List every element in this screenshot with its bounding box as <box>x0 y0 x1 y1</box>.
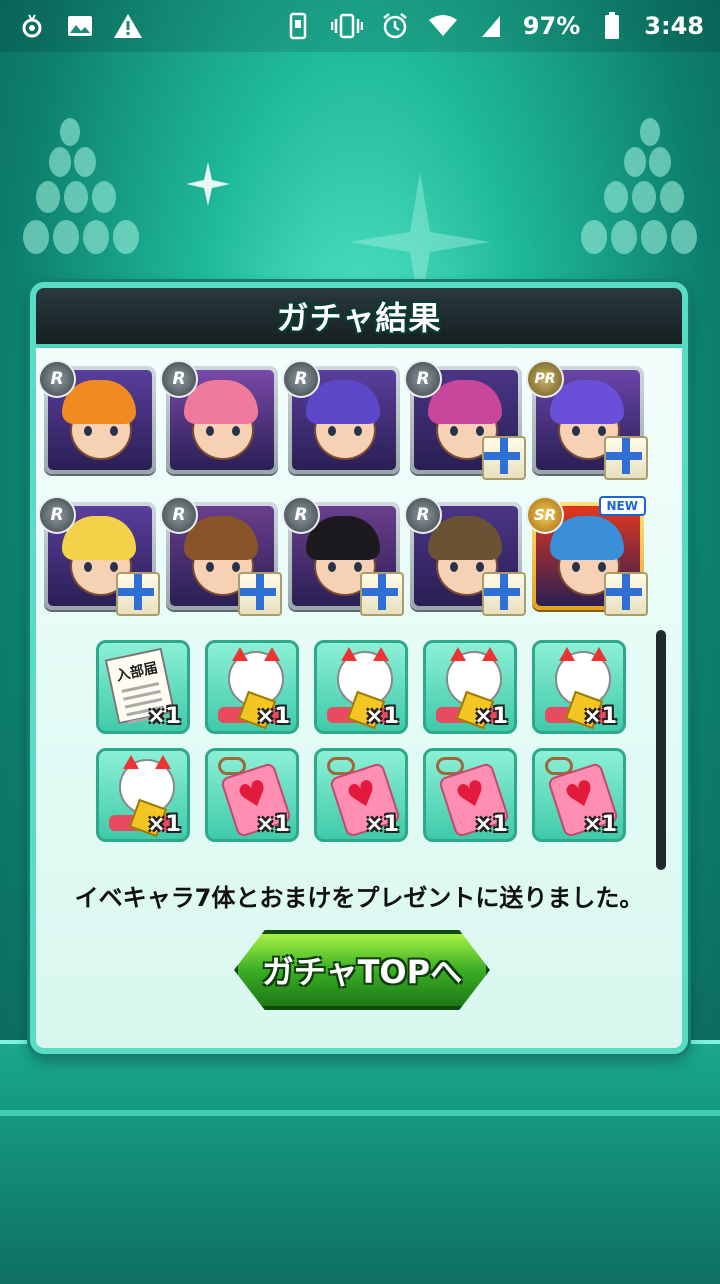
screen-rotate-icon <box>283 10 315 42</box>
battery-icon <box>596 10 628 42</box>
item-tile-heart-charm[interactable]: ×1 <box>532 748 626 842</box>
character-card[interactable]: R <box>282 360 400 474</box>
notification-icon <box>16 10 48 42</box>
character-eye <box>354 562 362 572</box>
status-right-icons: 97% 3:48 <box>283 10 704 42</box>
character-card[interactable]: PR <box>526 360 648 480</box>
item-tile-heart-charm[interactable]: ×1 <box>314 748 408 842</box>
character-eye <box>328 562 336 572</box>
background-floor-line <box>0 1110 720 1116</box>
character-card[interactable]: R <box>160 496 282 616</box>
character-eye <box>206 562 214 572</box>
gacha-result-dialog: ガチャ結果 RRRRPRRRRRSRNEW 入部届×1×1×1×1×1×1×1×… <box>30 282 688 1054</box>
character-eye <box>84 426 92 436</box>
character-card[interactable]: R <box>160 360 278 474</box>
item-quantity: ×1 <box>256 704 290 729</box>
item-quantity: ×1 <box>365 812 399 837</box>
item-tile-heart-charm[interactable]: ×1 <box>423 748 517 842</box>
character-eye <box>598 426 606 436</box>
character-card[interactable]: R <box>404 360 526 480</box>
rarity-badge: R <box>282 496 320 534</box>
character-eye <box>354 426 362 436</box>
character-grid: R R R R PR R R R R SR NEW <box>38 360 674 616</box>
item-tile-lucky-cat[interactable]: ×1 <box>314 640 408 734</box>
item-tile-lucky-cat[interactable]: ×1 <box>205 640 299 734</box>
character-card[interactable]: R <box>404 496 526 616</box>
character-eye <box>110 426 118 436</box>
rarity-badge: PR <box>526 360 564 398</box>
item-quantity: ×1 <box>147 812 181 837</box>
rarity-badge: R <box>160 496 198 534</box>
rarity-badge: R <box>38 496 76 534</box>
item-grid: 入部届×1×1×1×1×1×1×1×1×1×1 <box>96 640 656 842</box>
status-left-icons <box>16 10 144 42</box>
item-tile-document[interactable]: 入部届 ×1 <box>96 640 190 734</box>
gift-icon <box>238 572 282 616</box>
dialog-title: ガチャ結果 <box>276 299 442 337</box>
item-quantity: ×1 <box>365 704 399 729</box>
character-eye <box>572 426 580 436</box>
item-quantity: ×1 <box>583 812 617 837</box>
character-eye <box>450 562 458 572</box>
item-quantity: ×1 <box>147 704 181 729</box>
alarm-icon <box>379 10 411 42</box>
gift-icon <box>604 436 648 480</box>
battery-percent: 97% <box>522 12 581 40</box>
character-eye <box>450 426 458 436</box>
item-tile-heart-charm[interactable]: ×1 <box>205 748 299 842</box>
gift-icon <box>116 572 160 616</box>
character-eye <box>110 562 118 572</box>
status-bar: 97% 3:48 <box>0 0 720 52</box>
rarity-badge: R <box>282 360 320 398</box>
item-list-scrollbar[interactable] <box>656 630 666 870</box>
item-quantity: ×1 <box>256 812 290 837</box>
character-card[interactable]: R <box>282 496 404 616</box>
rarity-badge: R <box>404 496 442 534</box>
gift-icon <box>360 572 404 616</box>
item-tile-lucky-cat[interactable]: ×1 <box>96 748 190 842</box>
wifi-icon <box>427 10 459 42</box>
warning-icon <box>112 10 144 42</box>
item-quantity: ×1 <box>474 812 508 837</box>
character-card[interactable]: R <box>38 360 156 474</box>
character-eye <box>232 426 240 436</box>
item-quantity: ×1 <box>583 704 617 729</box>
character-eye <box>476 426 484 436</box>
character-eye <box>328 426 336 436</box>
rarity-badge: R <box>38 360 76 398</box>
result-message: イベキャラ7体とおまけをプレゼントに送りました。 <box>74 884 644 912</box>
clock: 3:48 <box>644 12 704 40</box>
rarity-badge: R <box>160 360 198 398</box>
character-card[interactable]: R <box>38 496 160 616</box>
character-eye <box>476 562 484 572</box>
item-tile-lucky-cat[interactable]: ×1 <box>423 640 517 734</box>
new-badge: NEW <box>598 496 646 516</box>
character-eye <box>572 562 580 572</box>
background-floor <box>0 1040 720 1284</box>
character-eye <box>232 562 240 572</box>
character-eye <box>598 562 606 572</box>
gift-icon <box>482 436 526 480</box>
character-eye <box>206 426 214 436</box>
item-tile-lucky-cat[interactable]: ×1 <box>532 640 626 734</box>
item-quantity: ×1 <box>474 704 508 729</box>
character-eye <box>84 562 92 572</box>
vibrate-icon <box>330 10 363 42</box>
item-list[interactable]: 入部届×1×1×1×1×1×1×1×1×1×1 <box>96 640 656 868</box>
rarity-badge: R <box>404 360 442 398</box>
signal-icon <box>475 10 507 42</box>
dialog-header: ガチャ結果 <box>36 288 682 348</box>
gacha-top-button-label: ガチャTOPへ <box>261 953 463 991</box>
rarity-badge: SR <box>526 496 564 534</box>
gift-icon <box>604 572 648 616</box>
image-icon <box>64 10 96 42</box>
gacha-top-button[interactable]: ガチャTOPへ <box>234 930 490 1010</box>
gift-icon <box>482 572 526 616</box>
character-card[interactable]: SR NEW <box>526 496 648 616</box>
